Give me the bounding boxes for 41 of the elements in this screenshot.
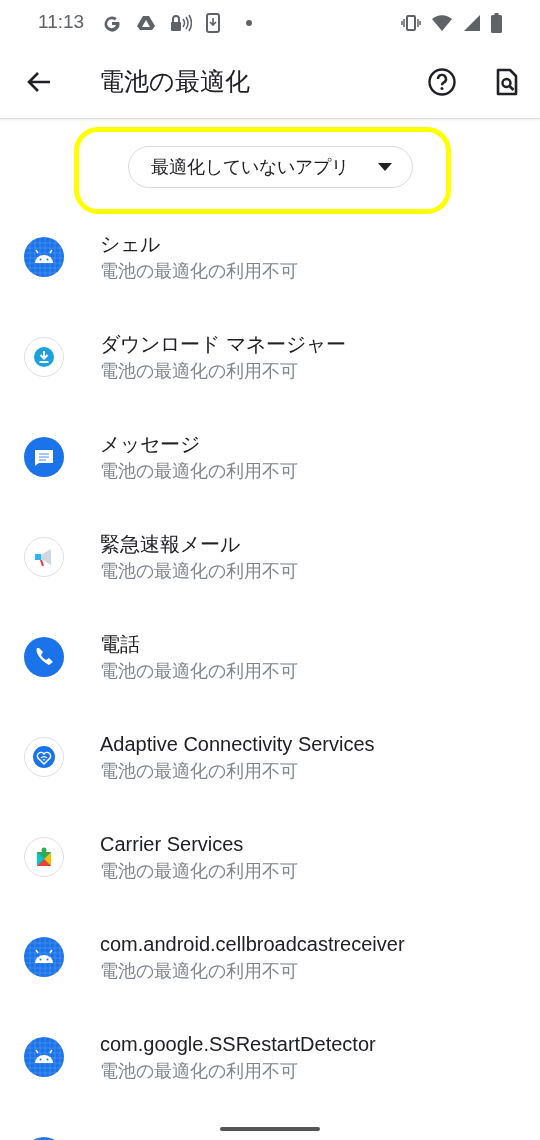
search-document-button[interactable] [495,66,519,97]
phone-icon [24,637,64,677]
download-icon [24,337,64,377]
android-icon [24,1037,64,1077]
android-icon [24,937,64,977]
app-name[interactable]: Adaptive Connectivity Services [100,730,375,758]
signal-icon [463,13,481,32]
wifi-icon [431,13,453,32]
phone-download-icon [206,12,221,33]
app-status: 電池の最適化の利用不可 [100,760,299,783]
app-status: 電池の最適化の利用不可 [100,260,298,283]
app-status: 電池の最適化の利用不可 [100,460,298,483]
app-status: 電池の最適化の利用不可 [100,860,298,883]
app-name[interactable]: 緊急速報メール [100,530,298,558]
app-name[interactable]: 電話 [100,630,298,658]
message-bubble-icon [24,437,64,477]
dot-icon [246,19,253,26]
help-button[interactable] [427,66,457,97]
app-status: 電池の最適化の利用不可 [100,560,298,583]
page-title: 電池の最適化 [99,65,250,97]
android-icon [24,237,64,277]
lock-signal-icon [170,12,193,33]
app-name[interactable]: シェル [100,230,298,258]
app-name[interactable]: com.google.SSRestartDetector [100,1030,376,1058]
app-status: 電池の最適化の利用不可 [100,360,299,383]
heart-wifi-icon [24,737,64,777]
app-status: 電池の最適化の利用不可 [100,1060,299,1083]
navigation-handle[interactable] [220,1127,320,1131]
app-name[interactable]: メッセージ [100,430,298,458]
app-name[interactable]: com.android.cellbroadcastreceiver [100,930,405,958]
filter-dropdown[interactable]: 最適化していないアプリ [127,146,413,188]
megaphone-icon [24,537,64,577]
app-name[interactable]: ダウンロード マネージャー [100,330,346,358]
dropdown-caret-icon [377,163,392,171]
app-status: 電池の最適化の利用不可 [100,660,298,683]
vibrate-icon [401,12,421,33]
status-time: 11:13 [38,10,85,35]
puzzle-icon [24,837,64,877]
app-status: 電池の最適化の利用不可 [100,960,299,983]
battery-icon [491,12,502,33]
app-name[interactable]: Carrier Services [100,830,298,858]
